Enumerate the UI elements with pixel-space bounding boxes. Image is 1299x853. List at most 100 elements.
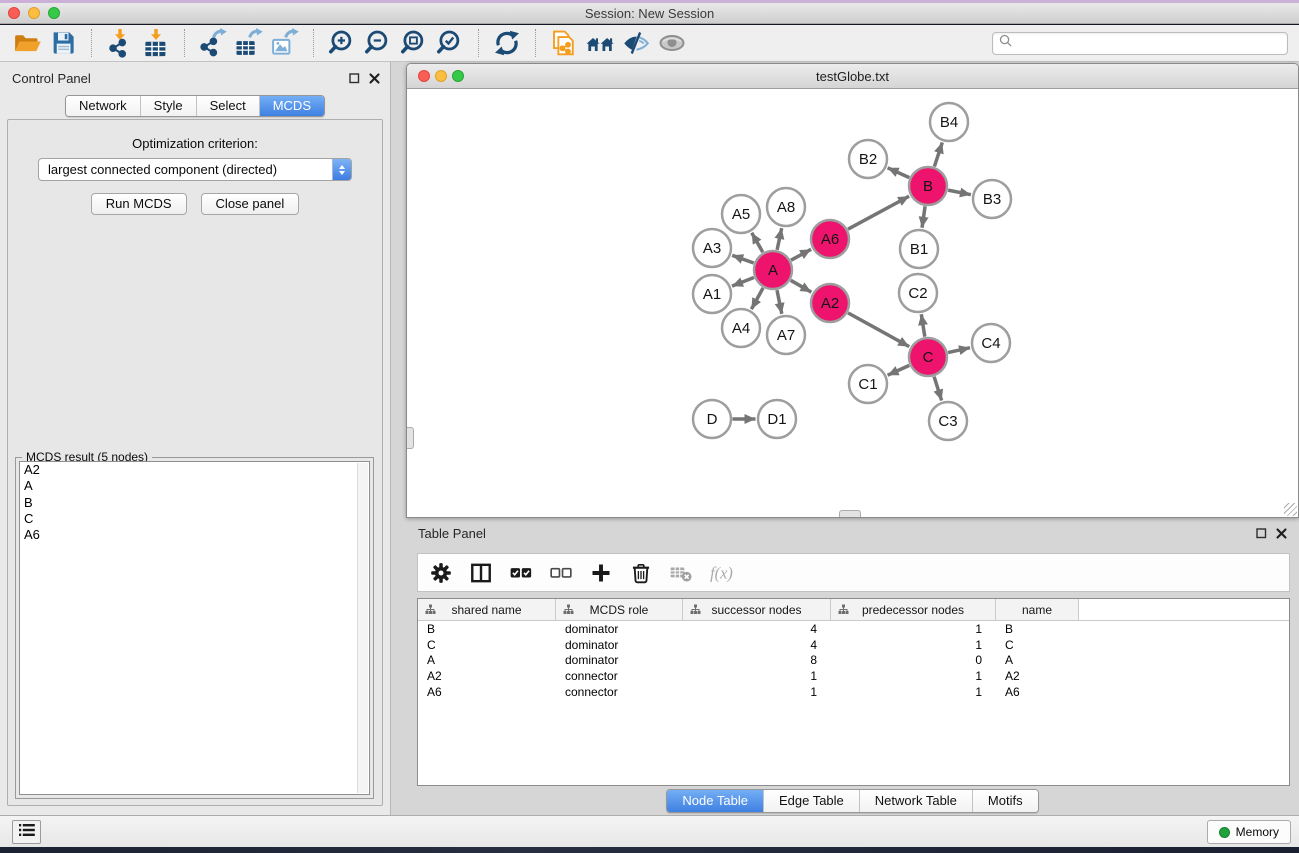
- graph-edge-B-B4[interactable]: [934, 142, 942, 166]
- graph-edge-A-A8[interactable]: [777, 228, 782, 250]
- graph-edge-A-A5[interactable]: [752, 233, 763, 253]
- graph-edge-C-C1[interactable]: [888, 365, 910, 375]
- graph-node-B[interactable]: B: [909, 167, 947, 205]
- tab-motifs[interactable]: Motifs: [972, 790, 1038, 812]
- graph-node-B4[interactable]: B4: [930, 103, 968, 141]
- unselect-all-columns-icon[interactable]: [548, 560, 573, 585]
- mcds-result-list[interactable]: A2ABCA6: [19, 461, 370, 795]
- graph-node-A5[interactable]: A5: [722, 195, 760, 233]
- float-panel-icon[interactable]: [346, 71, 362, 85]
- graph-node-A6[interactable]: A6: [811, 220, 849, 258]
- search-input[interactable]: [1012, 33, 1287, 54]
- graph-edge-B-B3[interactable]: [948, 190, 971, 195]
- column-header-successor-nodes[interactable]: successor nodes: [683, 599, 831, 620]
- column-header-name[interactable]: name: [996, 599, 1079, 620]
- graph-node-B2[interactable]: B2: [849, 140, 887, 178]
- column-header-MCDS-role[interactable]: MCDS role: [556, 599, 683, 620]
- float-table-panel-icon[interactable]: [1253, 526, 1269, 540]
- graph-node-C4[interactable]: C4: [972, 324, 1010, 362]
- tab-select[interactable]: Select: [196, 96, 259, 116]
- result-item[interactable]: C: [20, 511, 369, 527]
- search-box[interactable]: [992, 32, 1288, 55]
- zoom-out-icon[interactable]: [360, 28, 396, 59]
- split-panel-icon[interactable]: [468, 560, 493, 585]
- import-table-icon[interactable]: [138, 28, 174, 59]
- graph-edge-A2-C[interactable]: [848, 313, 909, 347]
- tab-style[interactable]: Style: [140, 96, 196, 116]
- column-header-shared-name[interactable]: shared name: [418, 599, 556, 620]
- graph-edge-B-B2[interactable]: [888, 168, 910, 178]
- graph-edge-A6-B[interactable]: [848, 196, 909, 229]
- export-table-icon[interactable]: [231, 28, 267, 59]
- graph-edge-C-C4[interactable]: [948, 348, 970, 353]
- graph-node-B1[interactable]: B1: [900, 230, 938, 268]
- tab-edge-table[interactable]: Edge Table: [763, 790, 859, 812]
- graph-edge-A-A4[interactable]: [751, 288, 763, 309]
- delete-columns-icon[interactable]: [628, 560, 653, 585]
- graph-node-C3[interactable]: C3: [929, 402, 967, 440]
- table-settings-icon[interactable]: [428, 560, 453, 585]
- tab-mcds[interactable]: MCDS: [259, 96, 324, 116]
- graph-edge-A-A2[interactable]: [791, 280, 812, 292]
- result-item[interactable]: A2: [20, 462, 369, 478]
- graph-node-C[interactable]: C: [909, 338, 947, 376]
- hide-graphics-details-icon[interactable]: [618, 28, 654, 59]
- graph-node-C1[interactable]: C1: [849, 365, 887, 403]
- create-column-icon[interactable]: [588, 560, 613, 585]
- left-splitter-handle[interactable]: [407, 427, 414, 449]
- graph-node-A1[interactable]: A1: [693, 275, 731, 313]
- graph-node-A[interactable]: A: [754, 251, 792, 289]
- result-item[interactable]: B: [20, 495, 369, 511]
- tab-network[interactable]: Network: [66, 96, 140, 116]
- result-item[interactable]: A: [20, 478, 369, 494]
- task-history-button[interactable]: [12, 820, 41, 844]
- tab-network-table[interactable]: Network Table: [859, 790, 972, 812]
- graph-node-A7[interactable]: A7: [767, 316, 805, 354]
- close-panel-icon[interactable]: [366, 71, 382, 85]
- resize-grip-icon[interactable]: [1284, 503, 1297, 516]
- optimization-criterion-select[interactable]: largest connected component (directed): [38, 158, 352, 181]
- home-view-icon[interactable]: [582, 28, 618, 59]
- select-all-columns-icon[interactable]: [508, 560, 533, 585]
- zoom-fit-icon[interactable]: [396, 28, 432, 59]
- graph-edge-C-C2[interactable]: [921, 314, 925, 337]
- run-mcds-button[interactable]: Run MCDS: [91, 193, 187, 215]
- memory-button[interactable]: Memory: [1207, 820, 1291, 844]
- result-item[interactable]: A6: [20, 527, 369, 543]
- network-window-titlebar[interactable]: testGlobe.txt: [407, 64, 1298, 89]
- graph-edge-C-C3[interactable]: [934, 377, 942, 401]
- graph-node-C2[interactable]: C2: [899, 274, 937, 312]
- close-panel-button[interactable]: Close panel: [201, 193, 300, 215]
- refresh-view-icon[interactable]: [489, 28, 525, 59]
- graph-edge-A-A6[interactable]: [791, 249, 811, 260]
- table-row[interactable]: Adominator80A: [418, 653, 1289, 669]
- network-canvas[interactable]: B4B2BB3A8A5A6A3B1AA1C2A2A4A7C4CC1C3DD1: [407, 90, 1298, 517]
- table-row[interactable]: A6connector11A6: [418, 684, 1289, 700]
- graph-edge-A-A1[interactable]: [732, 278, 754, 287]
- bottom-splitter-handle[interactable]: [839, 510, 861, 517]
- column-header-predecessor-nodes[interactable]: predecessor nodes: [831, 599, 996, 620]
- graph-edge-B-B1[interactable]: [922, 206, 925, 227]
- graph-node-D[interactable]: D: [693, 400, 731, 438]
- zoom-in-icon[interactable]: [324, 28, 360, 59]
- graph-node-A3[interactable]: A3: [693, 229, 731, 267]
- delete-table-icon[interactable]: [668, 560, 693, 585]
- graph-node-B3[interactable]: B3: [973, 180, 1011, 218]
- show-graphics-details-icon[interactable]: [654, 28, 690, 59]
- graph-node-A8[interactable]: A8: [767, 188, 805, 226]
- import-network-icon[interactable]: [102, 28, 138, 59]
- table-row[interactable]: A2connector11A2: [418, 668, 1289, 684]
- table-row[interactable]: Bdominator41B: [418, 621, 1289, 637]
- graph-node-A2[interactable]: A2: [811, 284, 849, 322]
- graph-edge-A-A7[interactable]: [777, 290, 782, 314]
- graph-edge-A-A3[interactable]: [732, 255, 754, 263]
- graph-node-A4[interactable]: A4: [722, 309, 760, 347]
- open-session-icon[interactable]: [9, 28, 45, 59]
- function-builder-icon[interactable]: f(x): [708, 560, 733, 585]
- network-document-icon[interactable]: [546, 28, 582, 59]
- save-session-icon[interactable]: [45, 28, 81, 59]
- network-graph[interactable]: B4B2BB3A8A5A6A3B1AA1C2A2A4A7C4CC1C3DD1: [407, 90, 1298, 517]
- result-scrollbar[interactable]: [357, 463, 368, 793]
- close-table-panel-icon[interactable]: [1273, 526, 1289, 540]
- export-network-icon[interactable]: [195, 28, 231, 59]
